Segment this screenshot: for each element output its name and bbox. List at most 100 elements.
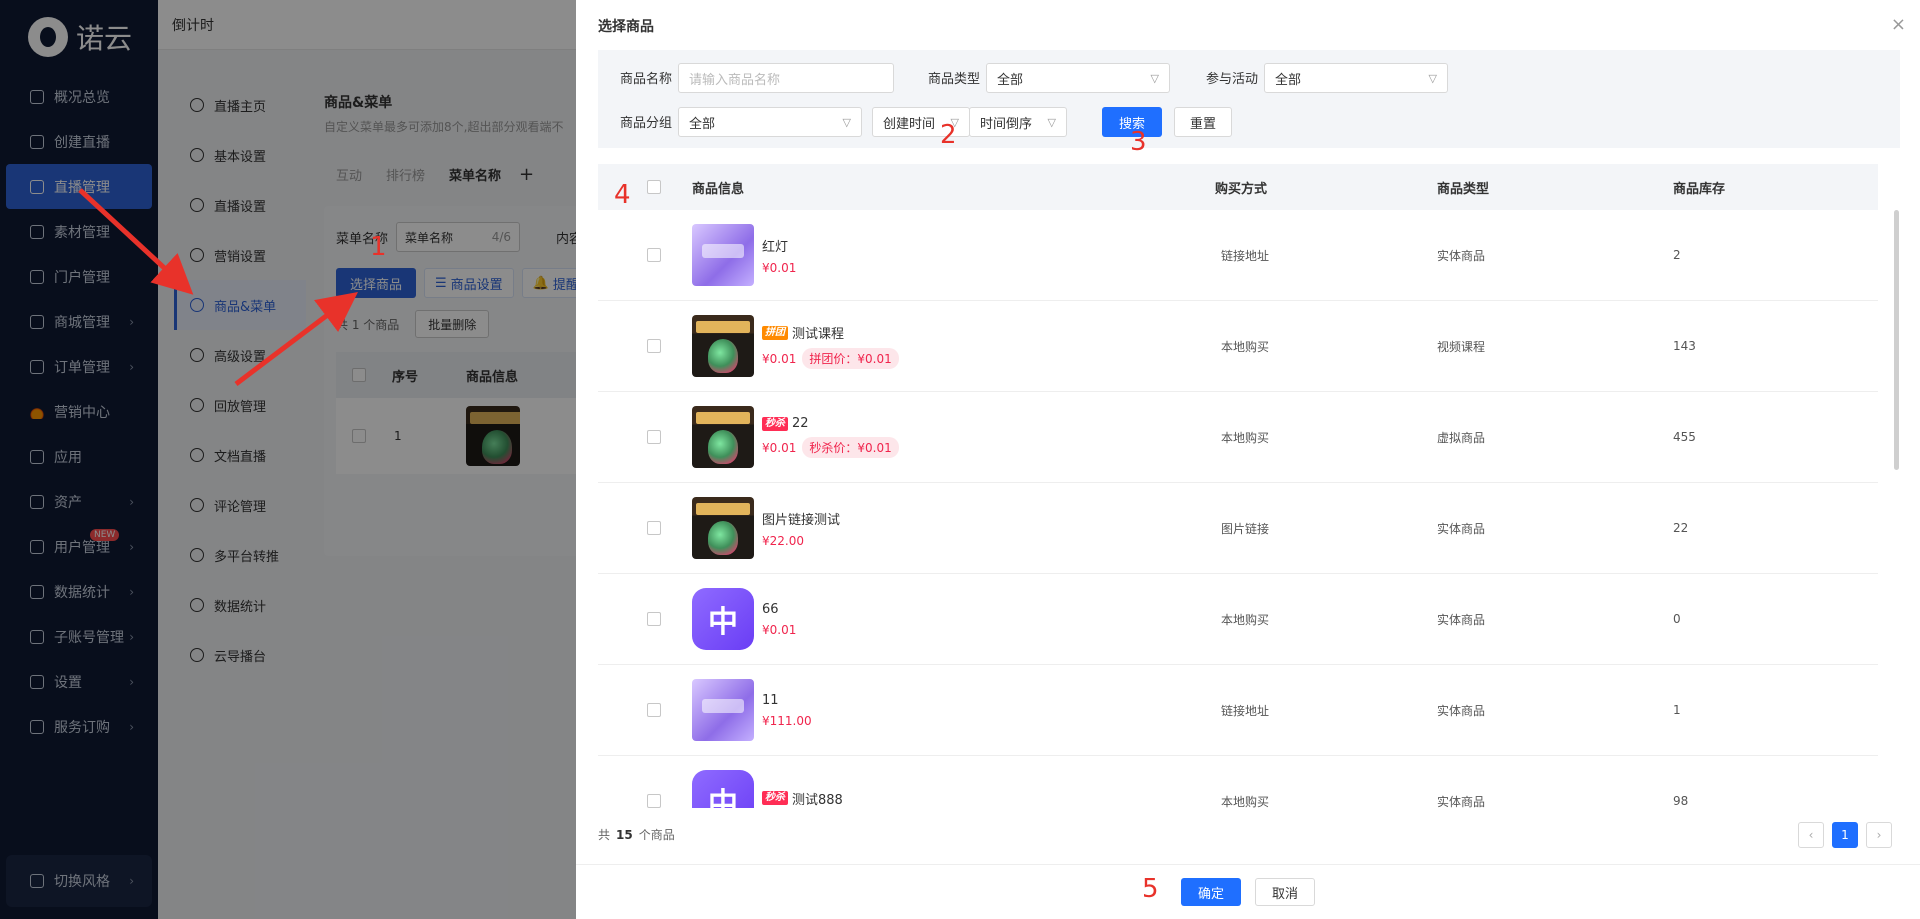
goods-name-line: 秒杀 22 bbox=[762, 416, 899, 431]
goods-thumbnail bbox=[692, 497, 754, 559]
table-scrollbar[interactable] bbox=[1894, 210, 1899, 470]
goods-meta: 图片链接测试 ¥22.00 bbox=[762, 509, 840, 548]
table-row[interactable]: 拼团 测试课程 ¥0.01 拼团价：¥0.01 本地购买 视频课程 143 bbox=[598, 301, 1878, 392]
buy-method: 本地购买 bbox=[1221, 339, 1270, 354]
promo-price: 拼团价：¥0.01 bbox=[802, 348, 899, 369]
goods-name: 66 bbox=[762, 601, 779, 617]
annotation-5: 5 bbox=[1142, 874, 1159, 904]
goods-group-label: 商品分组 bbox=[620, 116, 673, 131]
goods-total: 共 15 个商品 bbox=[598, 826, 675, 843]
goods-price-line: ¥0.01 bbox=[762, 623, 796, 637]
goods-info: 图片链接测试 ¥22.00 bbox=[692, 497, 1205, 559]
row-checkbox[interactable] bbox=[598, 521, 692, 535]
goods-name: 22 bbox=[792, 416, 809, 431]
chevron-down-icon: ▽ bbox=[1047, 115, 1056, 129]
goods-thumbnail bbox=[692, 406, 754, 468]
goods-type: 实体商品 bbox=[1437, 612, 1486, 627]
goods-table-header: 商品信息 购买方式 商品类型 商品库存 bbox=[598, 164, 1878, 210]
close-icon[interactable]: × bbox=[1891, 14, 1906, 35]
promo-tag: 秒杀 bbox=[762, 416, 788, 431]
table-row[interactable]: 秒杀 22 ¥0.01 秒杀价：¥0.01 本地购买 虚拟商品 455 bbox=[598, 392, 1878, 483]
annotation-4: 4 bbox=[614, 180, 631, 210]
goods-info: 中 66 ¥0.01 bbox=[692, 588, 1205, 650]
goods-stock: 143 bbox=[1673, 339, 1696, 353]
annotation-3: 3 bbox=[1130, 127, 1147, 157]
sort-order-value: 时间倒序 bbox=[980, 116, 1033, 132]
row-checkbox[interactable] bbox=[598, 612, 692, 626]
goods-name: 11 bbox=[762, 692, 779, 708]
goods-name: 红灯 bbox=[762, 239, 789, 255]
activity-label: 参与活动 bbox=[1206, 72, 1259, 87]
reset-button[interactable]: 重置 bbox=[1174, 107, 1232, 137]
app-glyph: 中 bbox=[708, 605, 738, 640]
goods-stock: 22 bbox=[1673, 521, 1689, 535]
goods-type: 实体商品 bbox=[1437, 794, 1486, 809]
total-suffix: 个商品 bbox=[638, 828, 675, 842]
col-stock: 商品库存 bbox=[1673, 181, 1726, 197]
activity-value: 全部 bbox=[1275, 72, 1302, 88]
checkbox-box bbox=[647, 180, 661, 194]
app-glyph: 中 bbox=[708, 787, 738, 808]
goods-type: 视频课程 bbox=[1437, 339, 1486, 354]
row-checkbox[interactable] bbox=[598, 248, 692, 262]
pagination: ‹ 1 › bbox=[1798, 822, 1892, 848]
goods-name-line: 拼团 测试课程 bbox=[762, 323, 899, 342]
table-row[interactable]: 图片链接测试 ¥22.00 图片链接 实体商品 22 bbox=[598, 483, 1878, 574]
chevron-down-icon: ▽ bbox=[1428, 71, 1437, 85]
goods-stock: 98 bbox=[1673, 794, 1689, 808]
goods-meta: 拼团 测试课程 ¥0.01 拼团价：¥0.01 bbox=[762, 323, 899, 369]
activity-select[interactable]: 全部 ▽ bbox=[1264, 63, 1448, 93]
table-row[interactable]: 中 秒杀 测试888 本地购买 实体商品 98 bbox=[598, 756, 1878, 808]
goods-price: ¥0.01 bbox=[762, 351, 797, 366]
goods-meta: 11 ¥111.00 bbox=[762, 693, 812, 728]
select-all-checkbox[interactable] bbox=[598, 180, 692, 194]
row-checkbox[interactable] bbox=[598, 703, 692, 717]
goods-name-line: 66 bbox=[762, 602, 796, 617]
table-row[interactable]: 红灯 ¥0.01 链接地址 实体商品 2 bbox=[598, 210, 1878, 301]
row-checkbox[interactable] bbox=[598, 794, 692, 808]
goods-type: 虚拟商品 bbox=[1437, 430, 1486, 445]
goods-price: ¥22.00 bbox=[762, 533, 804, 548]
goods-thumbnail bbox=[692, 315, 754, 377]
goods-thumbnail: 中 bbox=[692, 588, 754, 650]
confirm-button[interactable]: 确定 bbox=[1181, 878, 1241, 906]
goods-type: 实体商品 bbox=[1437, 703, 1486, 718]
goods-meta: 秒杀 测试888 bbox=[762, 789, 843, 809]
goods-info: 红灯 ¥0.01 bbox=[692, 224, 1205, 286]
chevron-down-icon: ▽ bbox=[1150, 71, 1159, 85]
table-row[interactable]: 中 66 ¥0.01 本地购买 实体商品 0 bbox=[598, 574, 1878, 665]
goods-name-line: 红灯 bbox=[762, 236, 796, 255]
goods-price: ¥0.01 bbox=[762, 260, 797, 275]
buy-method: 图片链接 bbox=[1221, 521, 1270, 536]
goods-name-input[interactable]: 请输入商品名称 bbox=[678, 63, 894, 93]
goods-thumbnail bbox=[692, 679, 754, 741]
goods-price-line: ¥22.00 bbox=[762, 534, 840, 548]
page-button[interactable]: 1 bbox=[1832, 822, 1858, 848]
table-row[interactable]: 11 ¥111.00 链接地址 实体商品 1 bbox=[598, 665, 1878, 756]
goods-stock: 0 bbox=[1673, 612, 1681, 626]
promo-price: 秒杀价：¥0.01 bbox=[802, 437, 899, 458]
chevron-down-icon: ▽ bbox=[842, 115, 851, 129]
goods-name-line: 秒杀 测试888 bbox=[762, 789, 843, 808]
goods-info: 11 ¥111.00 bbox=[692, 679, 1205, 741]
promo-tag: 拼团 bbox=[762, 325, 788, 340]
goods-group-select[interactable]: 全部 ▽ bbox=[678, 107, 862, 137]
sort-order-select[interactable]: 时间倒序 ▽ bbox=[969, 107, 1067, 137]
buy-method: 本地购买 bbox=[1221, 430, 1270, 445]
goods-meta: 红灯 ¥0.01 bbox=[762, 236, 796, 275]
goods-price-line: ¥111.00 bbox=[762, 714, 812, 728]
cancel-button[interactable]: 取消 bbox=[1255, 878, 1315, 906]
drawer-footer: 确定 取消 bbox=[576, 864, 1920, 919]
goods-type-select[interactable]: 全部 ▽ bbox=[986, 63, 1170, 93]
next-page-button[interactable]: › bbox=[1866, 822, 1892, 848]
sort-field-value: 创建时间 bbox=[883, 116, 936, 132]
goods-table-body: 红灯 ¥0.01 链接地址 实体商品 2 拼团 测试课程 ¥0.01 拼团价：¥0.… bbox=[598, 210, 1878, 808]
goods-price: ¥0.01 bbox=[762, 622, 797, 637]
total-count: 15 bbox=[616, 828, 633, 842]
row-checkbox[interactable] bbox=[598, 430, 692, 444]
prev-page-button[interactable]: ‹ bbox=[1798, 822, 1824, 848]
app-root: 诺云 概况总览 创建直播 直播管理 素材管理 门户管理 商城管理 › 订单管理 › 营销中心 应用资… bbox=[0, 0, 1920, 919]
col-goods-type: 商品类型 bbox=[1437, 181, 1490, 197]
row-checkbox[interactable] bbox=[598, 339, 692, 353]
goods-thumbnail bbox=[692, 224, 754, 286]
